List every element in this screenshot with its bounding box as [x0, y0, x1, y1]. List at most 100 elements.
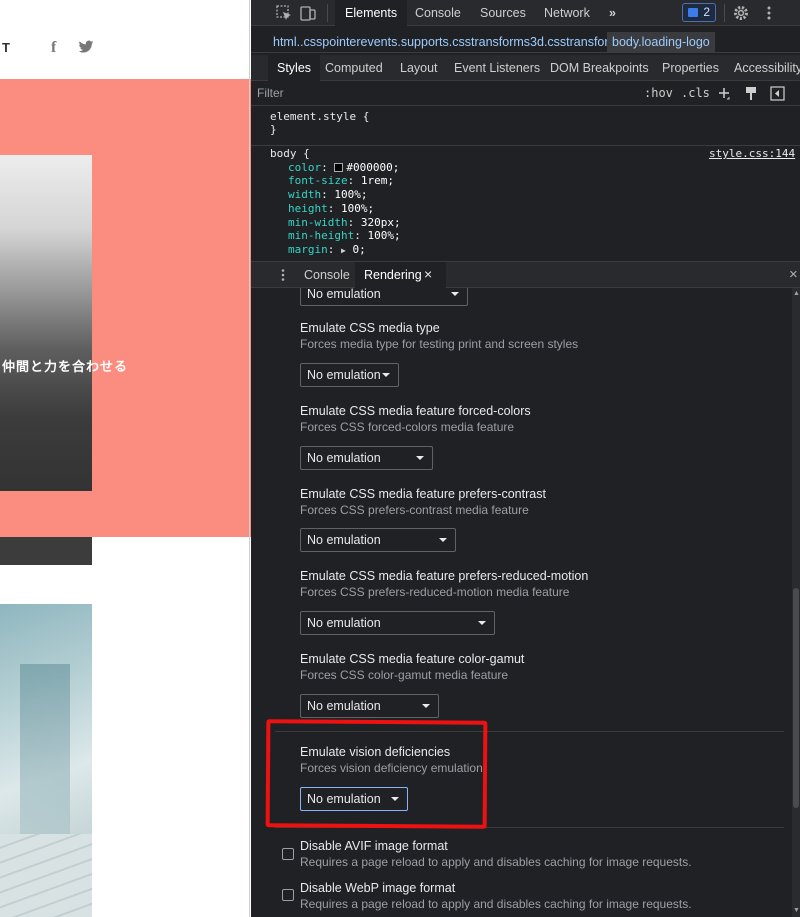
drawer-tab-console[interactable]: Console [295, 262, 359, 288]
subtab-properties[interactable]: Properties [653, 55, 728, 81]
prop-value: 100%; [341, 201, 375, 215]
elements-subtabs: Styles Computed Layout Event Listeners D… [251, 55, 800, 81]
select-value: No emulation [307, 533, 381, 547]
prefers-contrast-select[interactable]: No emulation [300, 528, 456, 552]
color-gamut-select[interactable]: No emulation [300, 694, 439, 718]
source-link[interactable]: style.css:144 [709, 147, 795, 160]
twitter-icon[interactable] [78, 39, 94, 55]
toolbar-separator [327, 4, 328, 22]
issues-count: 2 [703, 5, 710, 19]
more-tabs-icon[interactable]: » [599, 0, 626, 26]
photo-shape [20, 664, 70, 844]
toggle-sidebar-icon[interactable] [770, 86, 785, 101]
body-selector[interactable]: body { [270, 147, 401, 161]
tab-network[interactable]: Network [534, 0, 600, 26]
declaration-min-width[interactable]: min-width: 320px; [270, 216, 401, 230]
tab-sources[interactable]: Sources [470, 0, 536, 26]
checkbox-description: Requires a page reload to apply and disa… [300, 855, 692, 869]
scroll-down-icon[interactable]: ▼ [793, 907, 800, 914]
disable-webp-checkbox[interactable] [282, 889, 294, 901]
select-value: No emulation [307, 368, 381, 382]
prop-name: min-height [288, 229, 355, 243]
chevron-down-icon [422, 704, 430, 708]
option-description: Forces media type for testing print and … [300, 337, 579, 351]
prop-value: 100%; [367, 229, 401, 243]
option-description: Forces CSS prefers-contrast media featur… [300, 503, 529, 517]
checkbox-title: Disable AVIF image format [300, 839, 448, 853]
checkbox-title: Disable WebP image format [300, 881, 456, 895]
scrollbar-thumb[interactable] [793, 588, 799, 808]
prop-value: #000000; [346, 160, 400, 174]
class-toggle-button[interactable]: .cls [681, 86, 710, 100]
facebook-icon[interactable]: f [51, 39, 56, 57]
subtab-accessibility[interactable]: Accessibility [725, 55, 800, 81]
breadcrumb-html[interactable]: html..csspointerevents.supports.csstrans… [273, 35, 625, 49]
option-title: Emulate CSS media feature prefers-contra… [300, 487, 546, 501]
styles-filter-bar: Filter :hov .cls [251, 82, 800, 106]
devtools-toolbar: Elements Console Sources Network » 2 [251, 0, 800, 26]
prop-value: 0; [352, 242, 366, 256]
declaration-color[interactable]: color: #000000; [270, 161, 401, 175]
select-value: No emulation [307, 451, 381, 465]
annotation-highlight-box [265, 719, 488, 829]
drawer-tabbar: Console Rendering × × [251, 261, 800, 288]
styles-filter-input[interactable]: Filter [257, 86, 557, 102]
close-drawer-icon[interactable]: × [789, 266, 798, 283]
chevron-down-icon [478, 621, 486, 625]
element-style-selector: element.style { [270, 110, 370, 123]
tab-elements[interactable]: Elements [335, 0, 408, 26]
viewport-divider[interactable] [249, 0, 250, 917]
chevron-down-icon [451, 292, 459, 296]
subtab-layout[interactable]: Layout [391, 55, 447, 81]
drawer-menu-icon[interactable] [277, 268, 289, 282]
issues-icon [688, 8, 698, 17]
option-title: Emulate CSS media type [300, 321, 440, 335]
prop-name: color [288, 160, 322, 174]
breadcrumb-body[interactable]: body.loading-logo [607, 32, 715, 52]
photo-floor [0, 834, 92, 917]
forced-colors-select[interactable]: No emulation [300, 446, 433, 470]
subtab-styles[interactable]: Styles [268, 55, 321, 81]
hero-caption: 仲間と力を合わせる [2, 360, 129, 375]
disable-avif-checkbox[interactable] [282, 848, 294, 860]
close-tab-icon[interactable]: × [424, 266, 432, 282]
hero-photo [0, 155, 92, 491]
body-rule: body { color: #000000; font-size: 1rem; … [270, 147, 401, 258]
inspect-element-icon[interactable] [275, 4, 293, 22]
declaration-width[interactable]: width: 100%; [270, 188, 401, 202]
media-type-select[interactable]: No emulation [300, 363, 399, 387]
option-description: Forces CSS prefers-reduced-motion media … [300, 585, 570, 599]
subtab-computed[interactable]: Computed [316, 55, 392, 81]
expand-triangle-icon[interactable]: ▶ [341, 246, 346, 255]
nav-text[interactable]: T [2, 40, 10, 55]
prop-value: 1rem; [360, 174, 394, 188]
select-value: No emulation [307, 699, 381, 713]
drawer-tab-rendering-label: Rendering [364, 268, 422, 282]
subtab-dom-breakpoints[interactable]: DOM Breakpoints [541, 55, 658, 81]
prop-value: 320px; [360, 215, 401, 229]
element-style-rule[interactable]: element.style { } [270, 110, 369, 136]
option-title: Emulate CSS media feature color-gamut [300, 652, 525, 666]
scroll-up-icon[interactable]: ▲ [793, 290, 800, 297]
prop-name: height [288, 201, 328, 215]
option-title: Emulate CSS media feature prefers-reduce… [300, 569, 589, 583]
hover-state-button[interactable]: :hov [644, 86, 673, 100]
dom-breadcrumb: html..csspointerevents.supports.csstrans… [251, 31, 800, 53]
subtab-event-listeners[interactable]: Event Listeners [445, 55, 549, 81]
declaration-min-height[interactable]: min-height: 100%; [270, 229, 401, 243]
toolbar-separator [724, 4, 725, 22]
more-options-icon[interactable] [760, 4, 778, 22]
settings-gear-icon[interactable] [732, 4, 750, 22]
device-toolbar-icon[interactable] [299, 4, 317, 22]
previous-emulation-select[interactable]: No emulation [300, 288, 468, 306]
declaration-margin[interactable]: margin: ▶ 0; [270, 243, 401, 258]
add-rule-icon[interactable] [717, 87, 731, 101]
issues-badge[interactable]: 2 [682, 3, 716, 22]
paint-brush-icon[interactable] [744, 86, 758, 101]
declaration-font-size[interactable]: font-size: 1rem; [270, 174, 401, 188]
color-swatch[interactable] [334, 162, 344, 172]
checkbox-description: Requires a page reload to apply and disa… [300, 897, 692, 911]
tab-console[interactable]: Console [405, 0, 471, 26]
declaration-height[interactable]: height: 100%; [270, 202, 401, 216]
prefers-reduced-motion-select[interactable]: No emulation [300, 611, 495, 635]
